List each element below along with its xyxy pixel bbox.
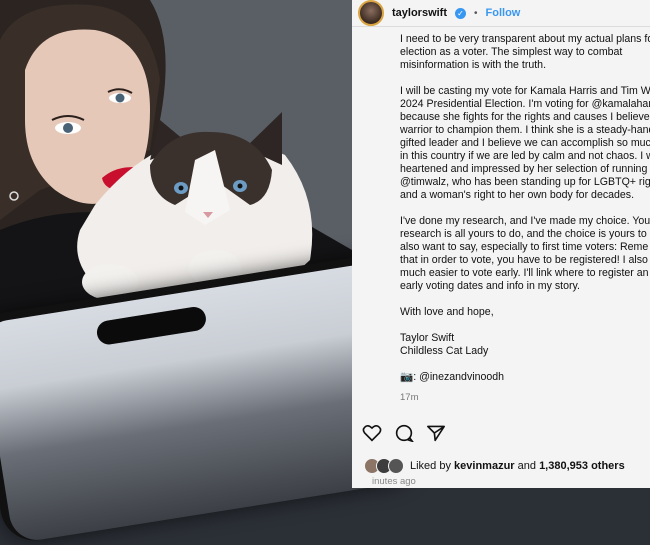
post-actions <box>362 424 446 442</box>
liked-by-prefix: Liked by <box>410 460 451 472</box>
caption-paragraph: Taylor Swift Childless Cat Lady <box>400 332 650 358</box>
profile-avatar[interactable] <box>358 0 384 26</box>
follow-button[interactable]: Follow <box>486 7 521 19</box>
header-divider <box>352 26 650 27</box>
caption-line: election as a voter. The simplest way to… <box>400 46 623 58</box>
instagram-post-panel: taylorswift ✓ • Follow I need to be very… <box>352 0 650 488</box>
caption-line: Taylor Swift <box>400 332 455 344</box>
likes-summary: Liked by kevinmazur and 1,380,953 others <box>364 458 625 474</box>
post-age: inutes ago <box>372 476 416 487</box>
caption-line: research is all yours to do, and the cho… <box>400 228 647 240</box>
caption-paragraph: I will be casting my vote for Kamala Har… <box>400 85 650 202</box>
caption-paragraph: I need to be very transparent about my a… <box>400 33 650 72</box>
caption-line: I need to be very transparent about my a… <box>400 33 650 45</box>
comment-icon[interactable] <box>394 424 414 442</box>
header-separator: • <box>474 7 478 19</box>
caption-line: and a woman's right to her own body for … <box>400 189 635 201</box>
post-caption: I need to be very transparent about my a… <box>400 33 650 404</box>
caption-line: Childless Cat Lady <box>400 345 489 357</box>
caption-line: that in order to vote, you have to be re… <box>400 254 648 266</box>
phone-screen <box>0 261 413 544</box>
caption-line: I've done my research, and I've made my … <box>400 215 650 227</box>
caption-line: in this country if we are led by calm an… <box>400 150 650 162</box>
phone-dynamic-island <box>95 305 208 347</box>
caption-line: misinformation is with the truth. <box>400 59 547 71</box>
liked-by-and: and <box>517 460 536 472</box>
caption-line: @timwalz, who has been standing up for L… <box>400 176 650 188</box>
caption-line: warrior to champion them. I think she is… <box>400 124 650 136</box>
caption-line: 📷: @inezandvinoodh <box>400 371 505 383</box>
caption-line: early voting dates and info in my story. <box>400 280 580 292</box>
caption-line: much easier to vote early. I'll link whe… <box>400 267 649 279</box>
verified-badge-icon: ✓ <box>455 7 467 19</box>
caption-line: heartened and impressed by her selection… <box>400 163 648 175</box>
caption-line: With love and hope, <box>400 306 494 318</box>
others-count-link[interactable]: 1,380,953 <box>539 460 588 472</box>
caption-paragraph: I've done my research, and I've made my … <box>400 215 650 293</box>
caption-line: also want to say, especially to first ti… <box>400 241 649 253</box>
caption-paragraph: 📷: @inezandvinoodh <box>400 371 650 384</box>
caption-line: 2024 Presidential Election. I'm voting f… <box>400 98 650 110</box>
caption-line: gifted leader and I believe we can accom… <box>400 137 650 149</box>
post-header: taylorswift ✓ • Follow <box>358 0 650 26</box>
caption-line: because she fights for the rights and ca… <box>400 111 650 123</box>
liked-by-user-link[interactable]: kevinmazur <box>454 460 515 472</box>
caption-paragraph: With love and hope, <box>400 306 650 319</box>
share-icon[interactable] <box>426 424 446 442</box>
username-link[interactable]: taylorswift <box>392 7 447 19</box>
liker-avatars <box>364 458 404 474</box>
liker-avatar <box>388 458 404 474</box>
others-word[interactable]: others <box>591 460 625 472</box>
caption-line: I will be casting my vote for Kamala Har… <box>400 85 650 97</box>
post-timestamp: 17m <box>400 392 419 403</box>
heart-icon[interactable] <box>362 424 382 442</box>
